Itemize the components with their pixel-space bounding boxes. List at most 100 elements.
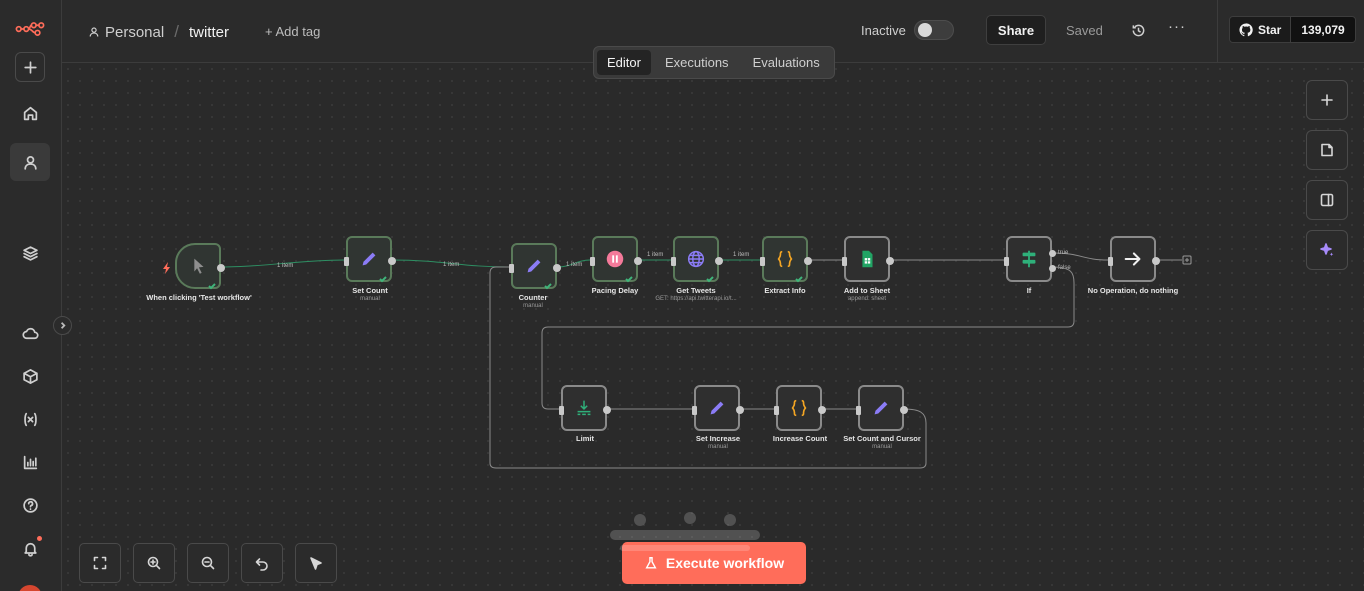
star-label: Star [1258, 22, 1282, 37]
sparkle-icon [1320, 243, 1334, 257]
node-pacing-delay[interactable] [590, 236, 642, 283]
toggle-panel-button[interactable] [1306, 180, 1348, 220]
output-port[interactable] [886, 257, 894, 265]
node-subtitle: manual [523, 303, 543, 309]
node-extract-info[interactable] [760, 236, 812, 283]
input-port[interactable] [344, 257, 349, 266]
success-check-icon [208, 277, 216, 290]
fit-view-button[interactable] [79, 543, 121, 583]
node-subtitle: GET: https://api.twitterapi.io/t... [655, 296, 737, 302]
eraser-icon [310, 557, 322, 570]
pause-icon [606, 250, 624, 268]
node-increase-count[interactable] [774, 385, 826, 431]
home-icon [23, 106, 37, 120]
output-port[interactable] [634, 257, 642, 265]
ai-assistant-button[interactable] [1306, 230, 1348, 270]
add-node-button[interactable] [1306, 80, 1348, 120]
input-port[interactable] [590, 257, 595, 266]
sidebar-item-templates[interactable] [10, 357, 50, 395]
node-add-to-sheet[interactable] [842, 236, 894, 282]
pencil-icon [527, 259, 541, 273]
success-check-icon [544, 277, 552, 290]
sidebar-item-variables[interactable] [10, 400, 50, 438]
edge-label: 1 item [443, 262, 459, 268]
lightning-icon [163, 262, 170, 274]
collapse-sidebar-button[interactable] [53, 316, 72, 335]
output-port[interactable] [388, 257, 396, 265]
input-port[interactable] [1004, 257, 1009, 266]
fit-icon [93, 556, 107, 570]
input-port[interactable] [760, 257, 765, 266]
code-icon [791, 399, 807, 417]
output-port-false[interactable] [1049, 265, 1056, 272]
github-star[interactable]: Star [1230, 17, 1291, 42]
clear-execution-button[interactable] [295, 543, 337, 583]
output-port[interactable] [1152, 257, 1160, 265]
edge-label: 1 item [566, 262, 582, 268]
history-button[interactable] [1128, 20, 1148, 40]
output-port-true[interactable] [1049, 250, 1056, 257]
sidebar-item-personal[interactable] [10, 143, 50, 181]
input-port[interactable] [774, 406, 779, 415]
add-button[interactable] [15, 52, 45, 82]
node-set-increase[interactable] [692, 385, 744, 431]
workflow-canvas[interactable]: 1 item 1 item 1 item 1 item 1 item true … [62, 63, 1364, 591]
sticky-note-button[interactable] [1306, 130, 1348, 170]
sidebar-item-help[interactable] [10, 486, 50, 524]
node-counter[interactable] [509, 243, 561, 290]
share-button[interactable]: Share [986, 15, 1046, 45]
output-port[interactable] [553, 264, 561, 272]
sidebar-item-projects[interactable] [10, 234, 50, 272]
node-if[interactable] [1004, 236, 1056, 282]
input-port[interactable] [671, 257, 676, 266]
add-tag-button[interactable]: + Add tag [265, 24, 320, 39]
zoom-in-icon [147, 556, 161, 570]
success-check-icon [379, 270, 387, 283]
input-port[interactable] [842, 257, 847, 266]
more-options-button[interactable]: ··· [1168, 18, 1186, 35]
output-port[interactable] [818, 406, 826, 414]
avatar[interactable] [18, 585, 42, 591]
output-port[interactable] [900, 406, 908, 414]
github-star-button[interactable]: Star 139,079 [1229, 16, 1356, 43]
sidebar-item-home[interactable] [10, 94, 50, 132]
tab-editor[interactable]: Editor [597, 50, 651, 75]
input-port[interactable] [509, 264, 514, 273]
box-icon [22, 368, 38, 384]
node-set-count[interactable] [344, 236, 396, 283]
workflow-name[interactable]: twitter [189, 24, 229, 41]
n8n-logo-icon[interactable] [10, 10, 50, 48]
globe-icon [687, 250, 705, 268]
output-port[interactable] [217, 264, 225, 272]
output-port[interactable] [603, 406, 611, 414]
view-tabs: Editor Executions Evaluations [593, 46, 835, 79]
node-set-count-and-cursor[interactable] [856, 385, 908, 431]
input-port[interactable] [692, 406, 697, 415]
sidebar-item-notifications[interactable] [10, 529, 50, 567]
undo-button[interactable] [241, 543, 283, 583]
chart-icon [23, 455, 37, 469]
input-port[interactable] [559, 406, 564, 415]
tab-evaluations[interactable]: Evaluations [743, 50, 830, 75]
tab-executions[interactable]: Executions [655, 50, 739, 75]
zoom-out-button[interactable] [187, 543, 229, 583]
active-toggle[interactable] [914, 20, 954, 40]
node-trigger[interactable] [175, 243, 225, 290]
node-get-tweets[interactable] [671, 236, 723, 283]
sidebar-item-insights[interactable] [10, 443, 50, 481]
zoom-in-button[interactable] [133, 543, 175, 583]
node-no-operation[interactable] [1108, 236, 1160, 282]
output-port[interactable] [715, 257, 723, 265]
breadcrumb-project[interactable]: Personal [88, 24, 164, 41]
output-port[interactable] [736, 406, 744, 414]
node-label: Set Count [352, 286, 388, 295]
node-limit[interactable] [559, 385, 611, 431]
input-port[interactable] [1108, 257, 1113, 266]
history-icon [1132, 24, 1144, 36]
bell-icon [23, 542, 37, 557]
execute-workflow-button[interactable]: Execute workflow [622, 542, 806, 584]
output-port[interactable] [804, 257, 812, 265]
node-label: Limit [576, 434, 594, 443]
input-port[interactable] [856, 406, 861, 415]
sidebar-item-cloud[interactable] [10, 314, 50, 352]
